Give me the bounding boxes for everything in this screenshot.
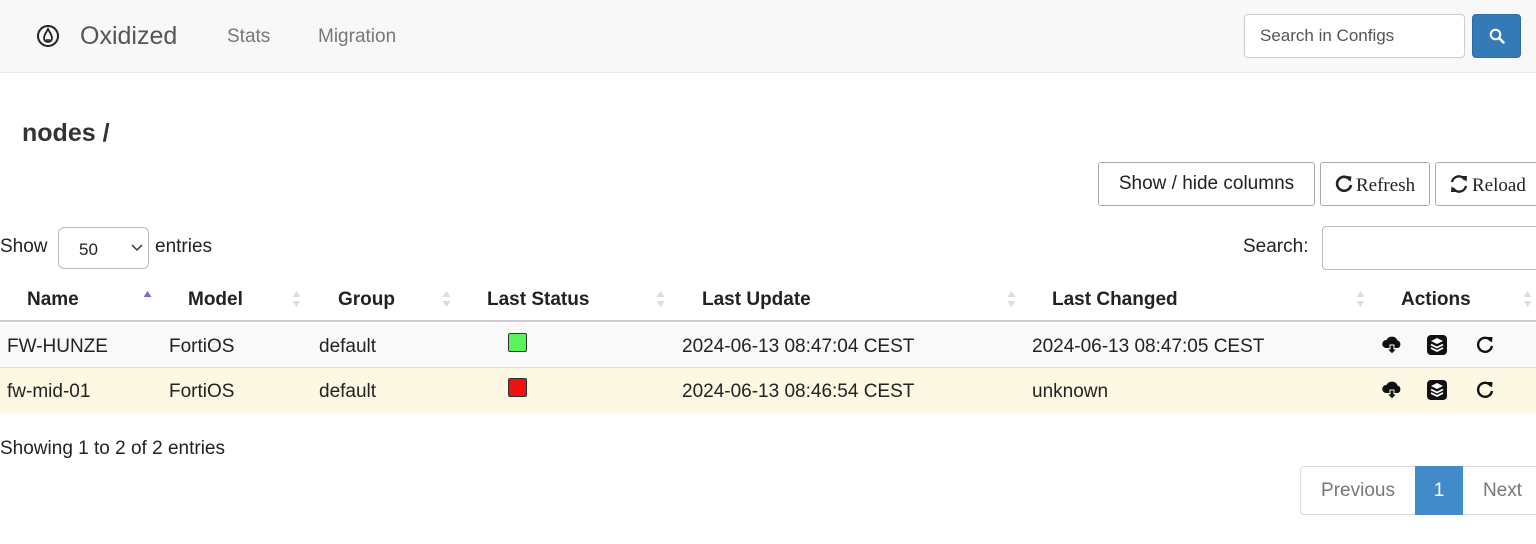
refresh-node-icon[interactable] [1474, 379, 1496, 401]
search-button[interactable] [1472, 14, 1521, 58]
pagination: Previous 1 Next [1300, 466, 1536, 515]
cell-last-changed: 2024-06-13 08:47:05 CEST [1032, 336, 1265, 357]
cell-model: FortiOS [169, 381, 235, 402]
config-search-input[interactable] [1244, 14, 1465, 58]
refresh-label: Refresh [1356, 175, 1416, 196]
table-info: Showing 1 to 2 of 2 entries [0, 438, 225, 459]
column-header-name[interactable]: Name [27, 288, 79, 312]
sort-both-icon [292, 290, 301, 308]
nav-link-stats[interactable]: Stats [227, 25, 270, 49]
sort-both-icon [1523, 290, 1532, 308]
column-header-last-update[interactable]: Last Update [702, 288, 811, 312]
show-label: Show [0, 236, 48, 257]
pagination-next[interactable]: Next [1463, 466, 1536, 515]
entries-label: entries [155, 236, 213, 257]
table-row: FW-HUNZE FortiOS default 2024-06-13 08:4… [0, 323, 1536, 368]
sort-ascending-icon [143, 290, 152, 308]
oxidized-flame-icon [36, 24, 60, 48]
column-header-actions: Actions [1401, 289, 1471, 310]
reload-icon [1448, 174, 1470, 194]
pagination-previous[interactable]: Previous [1300, 466, 1416, 515]
page-title: nodes / [22, 119, 110, 147]
pagination-page-1[interactable]: 1 [1415, 466, 1463, 515]
download-config-icon[interactable] [1381, 379, 1403, 401]
sort-both-icon [442, 290, 451, 308]
column-header-last-status[interactable]: Last Status [487, 288, 589, 312]
cell-group: default [319, 381, 377, 402]
status-indicator [508, 378, 527, 397]
column-header-last-changed[interactable]: Last Changed [1052, 288, 1178, 312]
search-icon [1489, 28, 1505, 44]
refresh-node-icon[interactable] [1474, 334, 1496, 356]
sort-both-icon [656, 290, 665, 308]
status-indicator [508, 333, 527, 352]
cell-name[interactable]: fw-mid-01 [7, 380, 90, 404]
show-hide-columns-button[interactable]: Show / hide columns [1098, 162, 1315, 206]
cell-model: FortiOS [169, 336, 235, 357]
reload-label: Reload [1472, 175, 1526, 196]
table-header: Name Model Group Last Status Last Update… [0, 277, 1536, 322]
cell-last-update: 2024-06-13 08:47:04 CEST [682, 336, 915, 357]
reload-button[interactable]: Reload [1435, 162, 1536, 206]
refresh-button[interactable]: Refresh [1320, 162, 1430, 206]
column-header-group[interactable]: Group [338, 288, 395, 312]
entries-per-page-value: 50 [79, 240, 98, 259]
cell-name[interactable]: FW-HUNZE [7, 335, 108, 359]
show-hide-columns-label: Show / hide columns [1118, 173, 1295, 194]
brand-name: Oxidized [80, 22, 178, 50]
column-header-model[interactable]: Model [188, 288, 243, 312]
cell-group: default [319, 336, 377, 357]
nav-link-migration[interactable]: Migration [318, 25, 396, 49]
chevron-down-icon [130, 240, 144, 259]
sort-both-icon [1356, 290, 1365, 308]
navbar: Oxidized Stats Migration [0, 0, 1536, 73]
entries-per-page-select[interactable]: 50 [58, 227, 149, 269]
cell-last-update: 2024-06-13 08:46:54 CEST [682, 381, 915, 402]
table-search-input[interactable] [1322, 226, 1536, 270]
sort-both-icon [1007, 290, 1016, 308]
table-row: fw-mid-01 FortiOS default 2024-06-13 08:… [0, 368, 1536, 413]
download-config-icon[interactable] [1381, 334, 1403, 356]
versions-icon[interactable] [1426, 334, 1448, 356]
table-search-label: Search: [1243, 236, 1309, 257]
cell-last-changed: unknown [1032, 381, 1109, 402]
versions-icon[interactable] [1426, 379, 1448, 401]
refresh-icon [1334, 174, 1354, 194]
brand[interactable]: Oxidized [36, 20, 177, 52]
